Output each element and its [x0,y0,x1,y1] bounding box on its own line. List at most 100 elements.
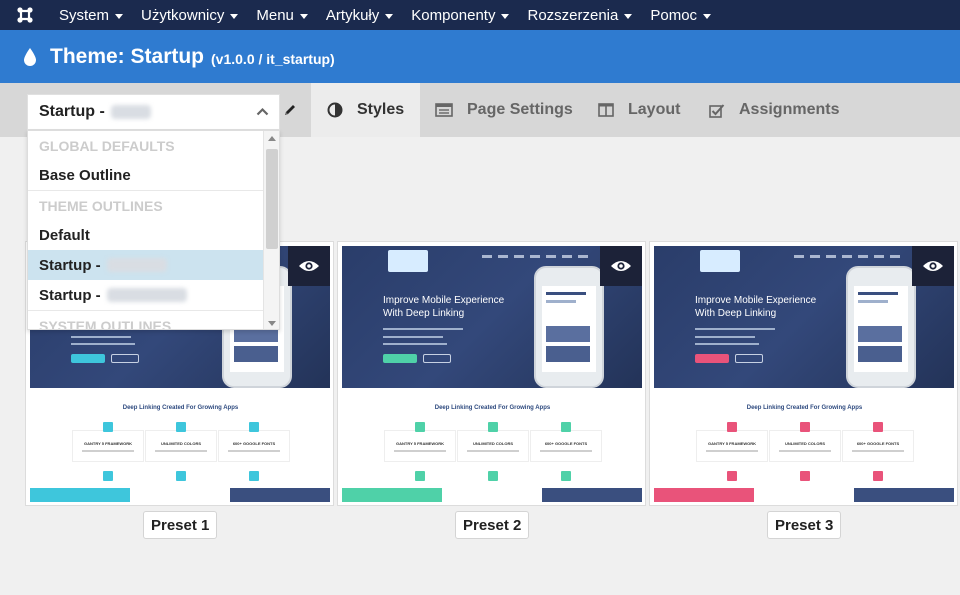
preview-phone [846,266,916,388]
nav-articles[interactable]: Artykuły [317,0,402,30]
tab-layout[interactable]: Layout [598,83,680,137]
group-system-outlines: SYSTEM OUTLINES [39,318,172,330]
caret-down-icon [230,13,239,19]
half-circle-icon [327,102,343,118]
tab-styles-label: Styles [357,101,405,118]
nav-menu-label: Menu [256,6,294,24]
feature-label: UNLIMITED COLORS [473,441,513,446]
feature-label: UNLIMITED COLORS [785,441,825,446]
feature-icon [415,471,425,481]
title-bar: Theme: Startup (v1.0.0 / it_startup) [0,30,960,83]
nav-users[interactable]: Użytkownicy [132,0,247,30]
preview-eye-button[interactable] [288,246,330,286]
nav-help-label: Pomoc [650,6,698,24]
nav-system[interactable]: System [50,0,132,30]
preset-3-button[interactable]: Preset 3 [767,511,842,539]
chevron-up-icon [256,107,269,116]
feature-icon [103,422,113,432]
top-navigation: System Użytkownicy Menu Artykuły Kompone… [0,0,960,30]
preview-eye-button[interactable] [600,246,642,286]
outline-dropdown-list: GLOBAL DEFAULTS Base Outline THEME OUTLI… [27,130,280,330]
option-startup-alt[interactable]: Startup - [28,280,264,310]
preview-eye-button[interactable] [912,246,954,286]
caret-down-icon [115,13,124,19]
preset-card-3[interactable]: Improve Mobile Experience With Deep Link… [649,241,958,506]
outline-select[interactable]: Startup - [27,94,280,130]
preset-card-2[interactable]: Improve Mobile Experience With Deep Link… [337,241,646,506]
nav-extensions[interactable]: Rozszerzenia [518,0,641,30]
feature-icon [249,471,259,481]
preview-nav [482,255,592,258]
feature-icon [800,471,810,481]
nav-menu[interactable]: Menu [247,0,317,30]
preview-signup-button [383,354,417,363]
preview-section-title: Deep Linking Created For Growing Apps [122,405,239,411]
tab-assignments[interactable]: Assignments [709,83,839,137]
group-global-defaults: GLOBAL DEFAULTS [39,138,175,154]
feature-icon [800,422,810,432]
feature-label: 600+ GOOGLE FONTS [232,441,276,446]
feature-label: GANTRY 5 FRAMEWORK [396,441,444,446]
tab-styles[interactable]: Styles [311,83,420,137]
scroll-up-arrow-icon[interactable] [268,136,276,141]
tab-page-settings-label: Page Settings [467,101,573,118]
dropdown-scrollbar[interactable] [263,131,279,329]
redacted-text [106,258,167,272]
page-title: Theme: Startup [50,44,205,68]
nav-articles-label: Artykuły [325,6,380,24]
preview-logo [388,250,428,272]
nav-help[interactable]: Pomoc [641,0,720,30]
preview-nav [794,255,904,258]
preset-2-button[interactable]: Preset 2 [455,511,530,539]
nav-components[interactable]: Komponenty [402,0,518,30]
joomla-logo-icon[interactable] [0,0,50,30]
nav-components-label: Komponenty [411,6,496,24]
feature-icon [873,471,883,481]
nav-extensions-label: Rozszerzenia [527,6,619,24]
feature-icon [727,422,737,432]
preview-phone [534,266,604,388]
feature-icon [561,471,571,481]
option-startup-selected[interactable]: Startup - [28,250,264,280]
preview-section-title: Deep Linking Created For Growing Apps [434,405,551,411]
feature-label: 600+ GOOGLE FONTS [544,441,588,446]
preview-hero-title: Improve Mobile Experience With Deep Link… [695,295,817,319]
nav-system-label: System [59,6,110,24]
group-theme-outlines: THEME OUTLINES [39,198,163,214]
checkbox-icon [709,103,725,118]
redacted-text [106,288,187,302]
option-default[interactable]: Default [28,220,264,250]
feature-icon [873,422,883,432]
pencil-icon[interactable] [283,103,297,117]
feature-icon [415,422,425,432]
tab-page-settings[interactable]: Page Settings [435,83,573,137]
page-subtitle: (v1.0.0 / it_startup) [211,50,335,67]
preview-logo [700,250,740,272]
preview-section-title: Deep Linking Created For Growing Apps [746,405,863,411]
feature-label: GANTRY 5 FRAMEWORK [708,441,756,446]
preview-hero-title: Improve Mobile Experience With Deep Link… [383,295,505,319]
preview-about-button [735,354,763,363]
preview-signup-button [71,354,105,363]
caret-down-icon [299,13,308,19]
eye-icon [611,261,631,271]
caret-down-icon [501,13,510,19]
option-startup-label: Startup - [39,286,101,304]
redacted-text [110,105,151,119]
option-startup-label: Startup - [39,256,101,274]
tab-assignments-label: Assignments [739,101,840,118]
scroll-down-arrow-icon[interactable] [268,321,276,326]
feature-icon [176,422,186,432]
feature-icon [561,422,571,432]
scrollbar-thumb[interactable] [266,149,278,249]
feature-icon [488,471,498,481]
feature-icon [176,471,186,481]
list-card-icon [435,103,453,117]
preview-about-button [423,354,451,363]
caret-down-icon [703,13,712,19]
option-base-outline[interactable]: Base Outline [28,160,264,190]
tab-layout-label: Layout [628,101,681,118]
eye-icon [299,261,319,271]
caret-down-icon [624,13,633,19]
preset-1-button[interactable]: Preset 1 [143,511,218,539]
